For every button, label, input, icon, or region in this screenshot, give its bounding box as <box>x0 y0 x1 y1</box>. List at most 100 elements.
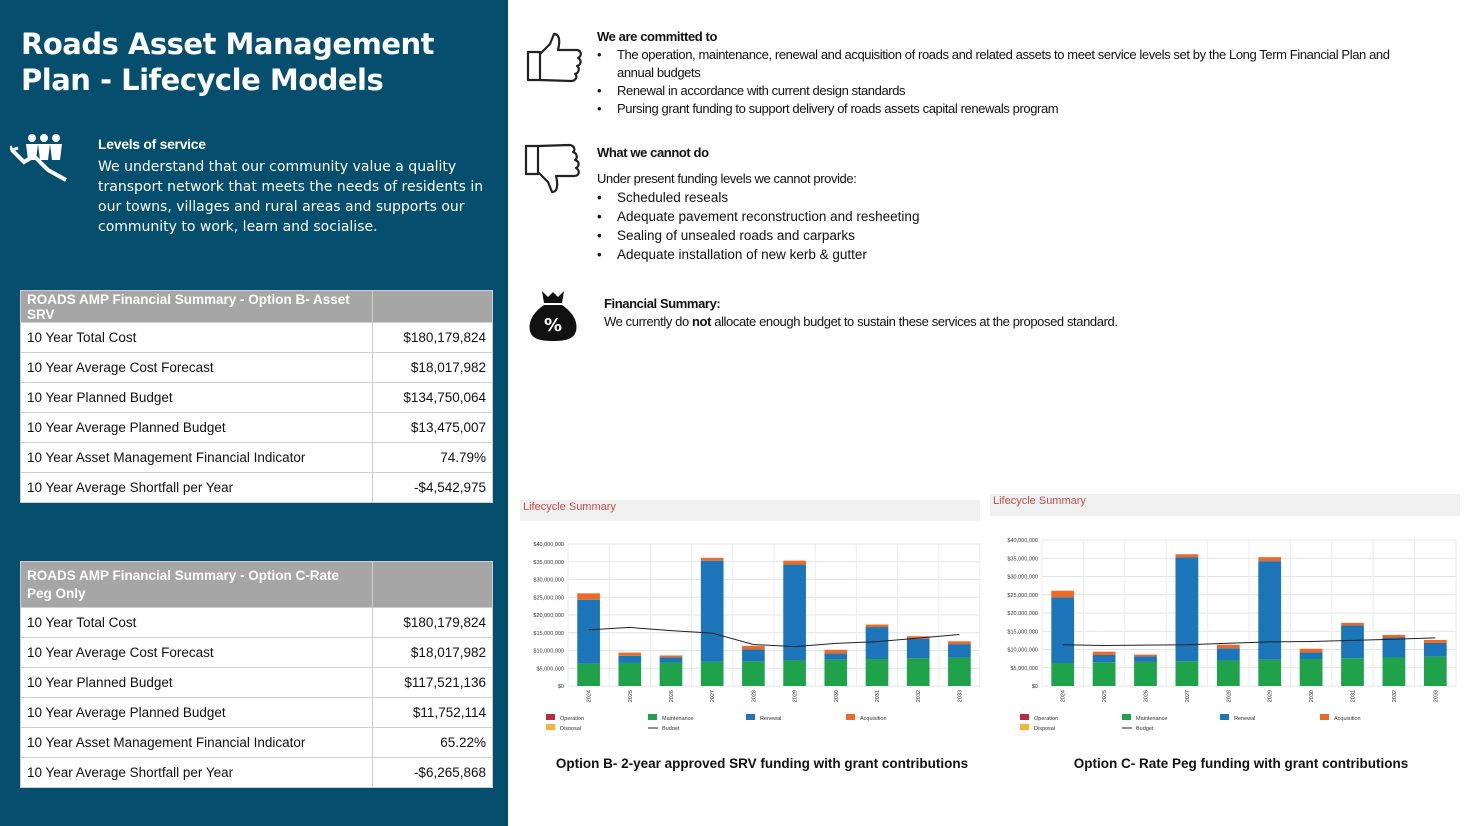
table-row: 10 Year Planned Budget $117,521,136 <box>20 667 493 698</box>
bar-maintenance <box>824 659 848 686</box>
legend-label: Disposal <box>560 726 581 730</box>
table-row: 10 Year Average Cost Forecast $18,017,982 <box>20 637 493 668</box>
financial-summary-block: Financial Summary: We currently do not a… <box>604 295 1304 331</box>
bar-acquisition <box>742 645 765 650</box>
chart-plot: $40,000,000 $35,000,000 $30,000,000 $25,000… <box>533 542 980 730</box>
y-tick-label: $25,000,000 <box>533 595 564 601</box>
bar-maintenance <box>700 661 724 686</box>
bar-acquisition <box>1258 557 1282 562</box>
y-tick-label: $10,000,000 <box>533 649 564 655</box>
chart-plot: $40,000,000 $35,000,000 $30,000,000 $25,000… <box>1007 538 1457 732</box>
legend-label: Operation <box>1034 716 1058 722</box>
bar-acquisition <box>577 593 600 600</box>
chart-title: Lifecycle Summary <box>990 494 1460 516</box>
y-tick-label: $20,000,000 <box>533 613 564 619</box>
thumbs-up-icon <box>526 32 582 83</box>
bar-renewal <box>1382 637 1406 658</box>
list-item: Sealing of unsealed roads and carparks <box>597 226 1297 245</box>
svg-text:%: % <box>544 315 562 336</box>
legend-swatch <box>1320 714 1329 720</box>
list-item: Adequate installation of new kerb & gutt… <box>597 245 1297 264</box>
bar-acquisition <box>700 557 724 561</box>
legend-label: Disposal <box>1034 726 1055 732</box>
x-tick-label: 2031 <box>1351 690 1357 702</box>
bar-renewal <box>659 657 683 663</box>
y-tick-label: $0 <box>558 684 564 690</box>
bar-maintenance <box>1423 656 1447 686</box>
bar-renewal <box>1299 652 1323 659</box>
bar-renewal <box>1341 625 1364 659</box>
x-tick-label: 2029 <box>1268 690 1274 702</box>
bar-maintenance <box>1382 657 1406 686</box>
x-tick-label: 2030 <box>1309 690 1315 702</box>
bar-maintenance <box>1216 660 1240 686</box>
legend-swatch <box>1020 724 1029 730</box>
y-tick-label: $35,000,000 <box>533 560 564 566</box>
x-tick-label: 2032 <box>916 690 922 702</box>
table-row: 10 Year Planned Budget $134,750,064 <box>20 382 493 413</box>
bar-acquisition <box>1299 648 1323 653</box>
cannot-do-heading: What we cannot do <box>597 145 709 160</box>
commitments-heading: We are committed to <box>597 29 718 44</box>
bar-acquisition <box>1423 640 1447 643</box>
bar-renewal <box>1092 654 1116 663</box>
bar-acquisition <box>618 652 642 656</box>
x-tick-label: 2025 <box>628 690 634 702</box>
legend-swatch <box>1020 714 1029 720</box>
list-item: The operation, maintenance, renewal and … <box>597 46 1427 82</box>
legend-swatch <box>746 714 755 720</box>
option-c-caption: Option C- Rate Peg funding with grant co… <box>1073 756 1409 771</box>
x-tick-label: 2024 <box>587 690 593 702</box>
thumbs-down-icon <box>524 143 580 194</box>
bar-renewal <box>1216 648 1240 661</box>
table-row: 10 Year Average Cost Forecast $18,017,982 <box>20 352 493 383</box>
table-row: 10 Year Average Planned Budget $11,752,11… <box>20 697 493 728</box>
bar-maintenance <box>783 660 806 686</box>
table-header: ROADS AMP Financial Summary - Option B- … <box>20 290 373 323</box>
legend-swatch <box>648 714 657 720</box>
chart-title: Lifecycle Summary <box>520 500 980 521</box>
bar-acquisition <box>1175 554 1199 558</box>
cannot-do-intro: Under present funding levels we cannot p… <box>597 171 857 186</box>
bar-acquisition <box>1134 654 1157 657</box>
option-b-caption: Option B- 2-year approved SRV funding wi… <box>555 756 969 771</box>
table-row: 10 Year Asset Management Financial Indic… <box>20 442 493 473</box>
bar-acquisition <box>1382 634 1406 638</box>
y-tick-label: $40,000,000 <box>1007 538 1038 544</box>
x-tick-label: 2033 <box>1433 690 1439 702</box>
y-tick-label: $30,000,000 <box>533 578 564 584</box>
y-tick-label: $35,000,000 <box>1007 556 1038 562</box>
bar-renewal <box>1175 557 1199 662</box>
bar-maintenance <box>1341 658 1364 686</box>
bar-renewal <box>906 638 930 659</box>
table-row: 10 Year Average Shortfall per Year -$4,54… <box>20 472 493 503</box>
legend-label: Maintenance <box>662 716 694 722</box>
legend-swatch <box>1122 714 1131 720</box>
legend-swatch <box>1220 714 1229 720</box>
people-growth-icon <box>10 134 67 182</box>
x-tick-label: 2027 <box>1185 690 1191 702</box>
bar-maintenance <box>1092 662 1116 686</box>
legend-label: Acquisition <box>860 716 887 722</box>
x-tick-label: 2031 <box>875 690 881 702</box>
list-item: Renewal in accordance with current desig… <box>597 82 1427 100</box>
table-row: 10 Year Total Cost $180,179,824 <box>20 607 493 638</box>
bar-maintenance <box>1299 658 1323 686</box>
y-tick-label: $5,000,000 <box>536 666 564 672</box>
legend-label: Budget <box>1136 726 1154 732</box>
legend-label: Operation <box>560 716 584 722</box>
legend-label: Maintenance <box>1136 716 1168 722</box>
bar-renewal <box>700 560 724 662</box>
bar-acquisition <box>1051 590 1075 598</box>
left-panel: Roads Asset Management Plan - Lifecycle … <box>0 0 508 826</box>
table-row: 10 Year Asset Management Financial Indic… <box>20 727 493 758</box>
table-row: 10 Year Average Planned Budget $13,475,00… <box>20 412 493 443</box>
list-item: Scheduled reseals <box>597 188 1297 207</box>
legend-swatch <box>546 724 555 730</box>
y-tick-label: $25,000,000 <box>1007 593 1038 599</box>
page-title: Roads Asset Management Plan - Lifecycle … <box>21 27 435 97</box>
x-tick-label: 2025 <box>1102 690 1108 702</box>
x-tick-label: 2032 <box>1392 690 1398 702</box>
bar-renewal <box>1258 561 1282 660</box>
x-tick-label: 2028 <box>1226 690 1232 702</box>
